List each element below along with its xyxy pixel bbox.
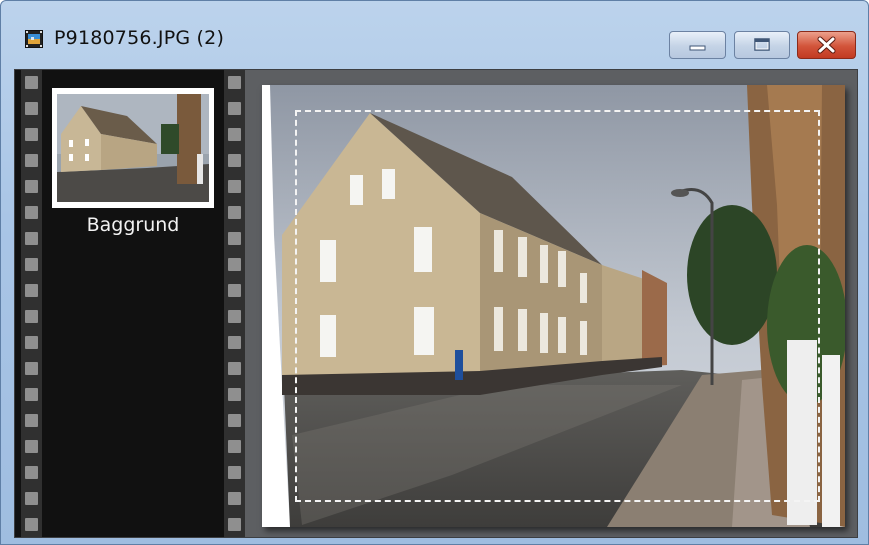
- film-image-icon: [25, 30, 43, 48]
- perforation: [25, 336, 38, 349]
- perforation: [25, 154, 38, 167]
- perforation: [25, 206, 38, 219]
- close-icon: [817, 36, 836, 54]
- perforation: [25, 440, 38, 453]
- layer-label[interactable]: Baggrund: [52, 214, 214, 236]
- maximize-button[interactable]: [734, 31, 790, 59]
- perforation: [25, 362, 38, 375]
- minimize-button[interactable]: [669, 31, 726, 59]
- perforation: [25, 102, 38, 115]
- perforation: [228, 440, 241, 453]
- perforation: [228, 336, 241, 349]
- image-window: P9180756.JPG (2) Baggrund: [0, 0, 869, 545]
- perforation: [228, 466, 241, 479]
- perforation: [228, 206, 241, 219]
- perforation: [25, 284, 38, 297]
- perforation: [228, 518, 241, 531]
- window-client-area: Baggrund: [14, 69, 858, 538]
- perforation: [25, 388, 38, 401]
- perforation: [25, 128, 38, 141]
- perforation: [25, 492, 38, 505]
- layer-thumbnail-image: [57, 94, 209, 202]
- layers-filmstrip[interactable]: Baggrund: [15, 70, 245, 537]
- perforation: [25, 180, 38, 193]
- perforation: [228, 180, 241, 193]
- perforation: [25, 232, 38, 245]
- perforation: [228, 388, 241, 401]
- perforation: [25, 414, 38, 427]
- perforation: [228, 284, 241, 297]
- close-button[interactable]: [797, 31, 856, 59]
- perforation: [228, 102, 241, 115]
- crop-selection-marquee[interactable]: [295, 110, 820, 502]
- photo-canvas[interactable]: [262, 85, 845, 527]
- perforation: [228, 414, 241, 427]
- perforation: [25, 518, 38, 531]
- minimize-icon: [689, 45, 706, 51]
- perforation: [228, 492, 241, 505]
- layer-thumbnail[interactable]: [52, 88, 214, 208]
- perforation: [228, 258, 241, 271]
- filmstrip-perforations-right: [224, 70, 245, 537]
- maximize-icon: [754, 38, 770, 51]
- window-title: P9180756.JPG (2): [54, 27, 225, 49]
- perforation: [25, 258, 38, 271]
- perforation: [228, 128, 241, 141]
- perforation: [228, 310, 241, 323]
- perforation: [228, 232, 241, 245]
- filmstrip-perforations-left: [21, 70, 42, 537]
- perforation: [228, 76, 241, 89]
- perforation: [228, 362, 241, 375]
- image-canvas[interactable]: [245, 70, 857, 537]
- perforation: [25, 466, 38, 479]
- title-bar[interactable]: P9180756.JPG (2): [1, 1, 868, 61]
- perforation: [25, 310, 38, 323]
- perforation: [25, 76, 38, 89]
- perforation: [228, 154, 241, 167]
